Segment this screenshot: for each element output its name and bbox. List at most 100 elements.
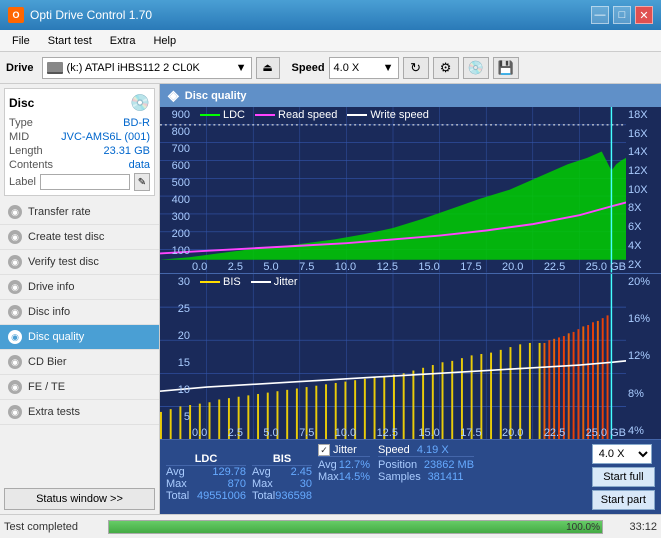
chart2-x-axis: 0.02.55.07.510.012.515.017.520.022.525.0… <box>192 427 626 439</box>
label-input[interactable] <box>40 174 130 190</box>
speed-stat-label: Speed <box>378 444 410 456</box>
position-val: 23862 MB <box>424 459 474 471</box>
burn-button[interactable]: 💿 <box>463 57 489 79</box>
nav-drive-info[interactable]: ◉ Drive info <box>0 275 159 300</box>
ldc-max-val: 870 <box>228 478 246 490</box>
right-stats: ✓ Jitter Avg 12.7% Max 14.5% <box>318 444 655 510</box>
nav-icon-drive: ◉ <box>8 280 22 294</box>
sidebar: Disc 💿 Type BD-R MID JVC-AMS6L (001) Len… <box>0 84 160 514</box>
speed-selector[interactable]: 4.0 X ▼ <box>329 57 399 79</box>
nav-create-test-disc[interactable]: ◉ Create test disc <box>0 225 159 250</box>
menu-bar: File Start test Extra Help <box>0 30 661 52</box>
settings-button[interactable]: ⚙ <box>433 57 459 79</box>
panel-header-icon: ◈ <box>168 87 179 104</box>
chart2-y-axis-left: 30252015105 <box>160 274 192 426</box>
avg-label-jitter: Avg <box>318 459 337 471</box>
title-bar: O Opti Drive Control 1.70 — □ ✕ <box>0 0 661 30</box>
length-label: Length <box>9 145 43 157</box>
max-label-jitter: Max <box>318 471 339 483</box>
jitter-avg-row: Avg 12.7% <box>318 459 370 471</box>
speed-header: Speed 4.19 X <box>378 444 474 457</box>
total-label-ldc: Total <box>166 490 189 502</box>
status-bar: Test completed 100.0% 33:12 <box>0 514 661 538</box>
avg-label-bis: Avg <box>252 466 271 478</box>
ldc-total-row: Total 49551006 <box>166 490 246 502</box>
minimize-button[interactable]: — <box>591 6 609 24</box>
speed-stat-val: 4.19 X <box>417 444 449 456</box>
app-icon: O <box>8 7 24 23</box>
nav-icon-bier: ◉ <box>8 355 22 369</box>
drive-selector[interactable]: (k:) ATAPl iHBS112 2 CL0K ▼ <box>42 57 252 79</box>
ldc-avg-row: Avg 129.78 <box>166 466 246 478</box>
label-edit-button[interactable]: ✎ <box>134 173 150 191</box>
start-full-button[interactable]: Start full <box>592 467 655 487</box>
nav-fe-te[interactable]: ◉ FE / TE <box>0 375 159 400</box>
nav-label-fete: FE / TE <box>28 381 65 393</box>
samples-label: Samples <box>378 471 421 483</box>
drive-arrow-icon: ▼ <box>236 62 247 74</box>
close-button[interactable]: ✕ <box>635 6 653 24</box>
start-part-button[interactable]: Start part <box>592 490 655 510</box>
legend-read-speed: Read speed <box>278 109 337 121</box>
chart1-legend: LDC Read speed Write speed <box>200 109 429 121</box>
max-label-ldc: Max <box>166 478 187 490</box>
content-area: ◈ Disc quality LDC Read speed <box>160 84 661 514</box>
position-row: Position 23862 MB <box>378 459 474 471</box>
legend-jitter: Jitter <box>274 276 298 288</box>
speed-arrow-icon: ▼ <box>383 62 394 74</box>
nav-transfer-rate[interactable]: ◉ Transfer rate <box>0 200 159 225</box>
nav-icon-extra: ◉ <box>8 405 22 419</box>
nav-cd-bier[interactable]: ◉ CD Bier <box>0 350 159 375</box>
speed-combo-selector[interactable]: 4.0 X 8.0 X <box>592 444 652 464</box>
nav-verify-test-disc[interactable]: ◉ Verify test disc <box>0 250 159 275</box>
nav-label-drive: Drive info <box>28 281 74 293</box>
progress-bar: 100.0% <box>108 520 603 534</box>
jitter-avg-val: 12.7% <box>339 459 370 471</box>
ldc-avg-val: 129.78 <box>212 466 246 478</box>
menu-file[interactable]: File <box>4 30 38 51</box>
jitter-max-val: 14.5% <box>339 471 370 483</box>
status-text: Test completed <box>4 521 104 533</box>
bis-max-val: 30 <box>300 478 312 490</box>
nav-label-transfer: Transfer rate <box>28 206 91 218</box>
nav-label-bier: CD Bier <box>28 356 67 368</box>
refresh-button[interactable]: ↻ <box>403 57 429 79</box>
nav-disc-quality[interactable]: ◉ Disc quality <box>0 325 159 350</box>
nav-extra-tests[interactable]: ◉ Extra tests <box>0 400 159 425</box>
type-label: Type <box>9 117 33 129</box>
samples-val: 381411 <box>428 471 464 483</box>
avg-label-ldc: Avg <box>166 466 185 478</box>
chart1-x-axis: 0.02.55.07.510.012.515.017.520.022.525.0… <box>192 261 626 273</box>
jitter-label: Jitter <box>333 444 357 456</box>
charts-container: LDC Read speed Write speed <box>160 107 661 514</box>
eject-button[interactable]: ⏏ <box>256 57 280 79</box>
nav-icon-verify: ◉ <box>8 255 22 269</box>
disc-header: Disc <box>9 96 34 110</box>
jitter-max-row: Max 14.5% <box>318 471 370 483</box>
menu-start-test[interactable]: Start test <box>40 30 100 51</box>
ldc-max-row: Max 870 <box>166 478 246 490</box>
nav-icon-transfer: ◉ <box>8 205 22 219</box>
label-label: Label <box>9 176 36 188</box>
nav-disc-info[interactable]: ◉ Disc info <box>0 300 159 325</box>
nav-icon-fete: ◉ <box>8 380 22 394</box>
menu-help[interactable]: Help <box>145 30 184 51</box>
type-value: BD-R <box>123 117 150 129</box>
max-label-bis: Max <box>252 478 273 490</box>
bis-total-val: 936598 <box>275 490 312 502</box>
maximize-button[interactable]: □ <box>613 6 631 24</box>
jitter-header: ✓ Jitter <box>318 444 370 457</box>
bis-max-row: Max 30 <box>252 478 312 490</box>
disc-icon: 💿 <box>130 93 150 113</box>
drive-value: (k:) ATAPl iHBS112 2 CL0K <box>67 62 200 74</box>
ldc-chart: LDC Read speed Write speed <box>160 107 661 274</box>
toolbar: Drive (k:) ATAPl iHBS112 2 CL0K ▼ ⏏ Spee… <box>0 52 661 84</box>
ldc-chart-svg <box>160 107 626 273</box>
nav-label-create: Create test disc <box>28 231 104 243</box>
menu-extra[interactable]: Extra <box>102 30 144 51</box>
bis-avg-row: Avg 2.45 <box>252 466 312 478</box>
drive-icon <box>47 62 63 74</box>
jitter-checkbox[interactable]: ✓ <box>318 444 330 456</box>
status-window-button[interactable]: Status window >> <box>4 488 155 510</box>
save-button[interactable]: 💾 <box>493 57 519 79</box>
